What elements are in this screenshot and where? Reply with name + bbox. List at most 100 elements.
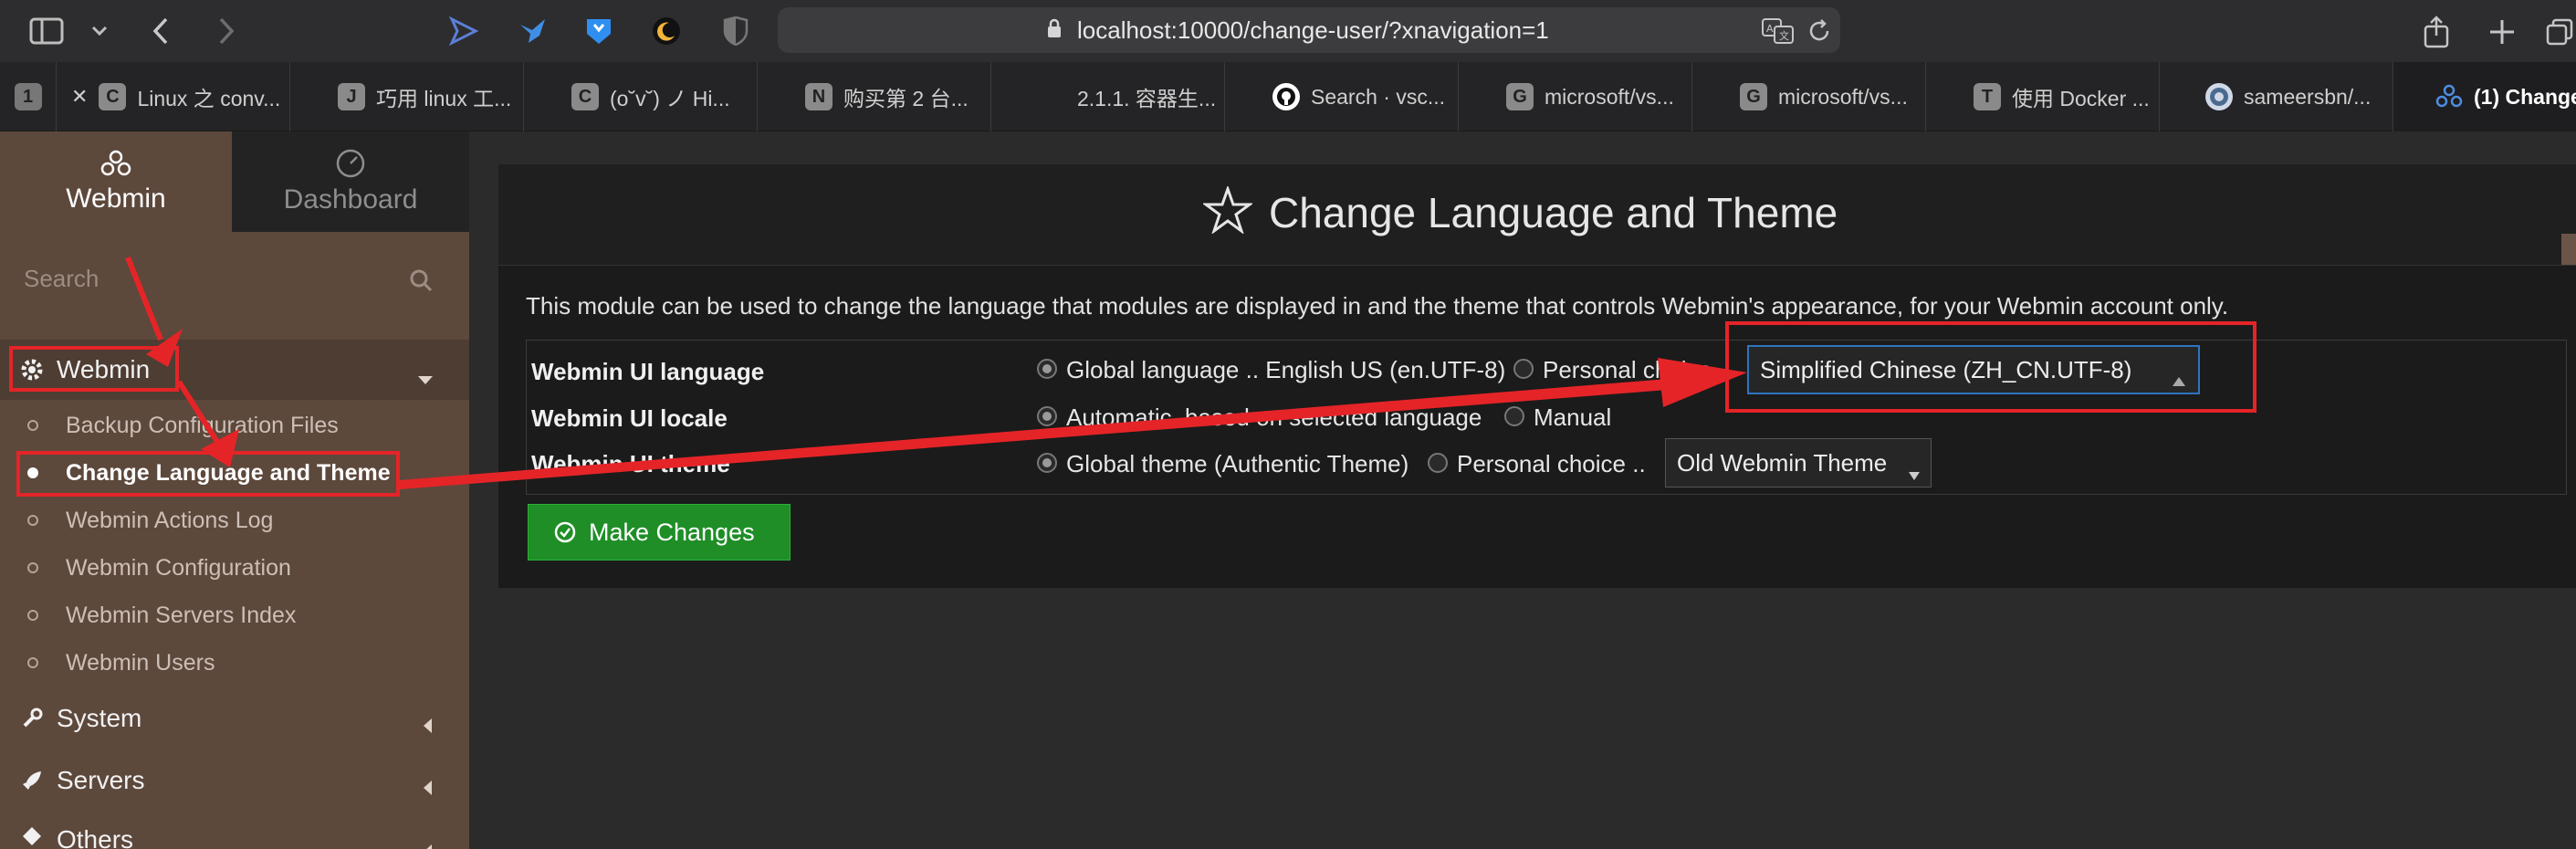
caret-left-icon <box>424 772 433 802</box>
sidebar-item-users[interactable]: Webmin Users <box>0 639 469 687</box>
make-changes-label: Make Changes <box>589 518 755 546</box>
sidebar-category-system[interactable]: System <box>0 688 469 749</box>
tab-pinned[interactable]: 1 <box>0 62 57 131</box>
search-input[interactable]: Search <box>24 265 99 293</box>
back-button[interactable] <box>144 13 177 49</box>
github-icon <box>1272 83 1300 110</box>
chevron-down-icon[interactable] <box>88 13 111 49</box>
sidebar-category-others[interactable]: Others <box>0 809 469 849</box>
tab-label: microsoft/vs... <box>1545 84 1674 109</box>
rocket-icon <box>20 770 44 791</box>
sidebar-toggle-icon[interactable] <box>27 13 66 49</box>
auto-locale-radio[interactable] <box>1037 406 1057 426</box>
url-text[interactable]: localhost:10000/change-user/?xnavigation… <box>1077 16 1549 45</box>
tab-container[interactable]: 2.1.1. 容器生... <box>991 62 1225 131</box>
tab-label: 购买第 2 台... <box>843 87 969 110</box>
tab-favicon: 1 <box>14 83 42 110</box>
global-theme-option[interactable]: Global theme (Authentic Theme) <box>1066 450 1408 478</box>
sidebar-category-servers[interactable]: Servers <box>0 750 469 811</box>
close-icon[interactable]: ✕ <box>71 85 88 109</box>
privacy-shield-icon[interactable] <box>717 13 754 49</box>
sidebar-item-actions-log[interactable]: Webmin Actions Log <box>0 497 469 544</box>
sidebar-tab-label: Dashboard <box>283 184 418 215</box>
bullet-icon <box>27 610 38 621</box>
tab-label: 2.1.1. 容器生... <box>1077 87 1217 110</box>
category-label: System <box>57 704 142 732</box>
browser-toolbar: localhost:10000/change-user/?xnavigation… <box>0 0 2576 62</box>
global-language-option[interactable]: Global language .. English US (en.UTF-8) <box>1066 356 1505 384</box>
search-icon[interactable] <box>409 268 433 297</box>
sidebar-tab-dashboard[interactable]: Dashboard <box>232 131 469 232</box>
tab-favicon: C <box>571 83 599 110</box>
avatar-icon <box>2205 83 2233 110</box>
extension-shield-icon[interactable] <box>581 13 617 49</box>
sidebar-item-servers-index[interactable]: Webmin Servers Index <box>0 592 469 639</box>
tab-microsoft-vs-1[interactable]: G microsoft/vs... <box>1459 62 1692 131</box>
star-icon[interactable] <box>1201 184 1254 238</box>
bullet-icon <box>27 562 38 573</box>
sidebar-tab-webmin[interactable]: Webmin <box>0 131 232 232</box>
tab-linux-tool[interactable]: J 巧用 linux 工... <box>290 62 524 131</box>
bullet-icon <box>27 515 38 526</box>
manual-locale-radio[interactable] <box>1504 406 1524 426</box>
extension-moon-icon[interactable] <box>648 13 685 49</box>
select-arrow-icon <box>1909 459 1920 487</box>
tab-search-vsc[interactable]: Search · vsc... <box>1225 62 1459 131</box>
tab-change-active[interactable]: (1) Change <box>2393 62 2576 131</box>
theme-select[interactable]: Old Webmin Theme <box>1665 438 1932 487</box>
personal-theme-radio[interactable] <box>1428 453 1448 473</box>
global-theme-radio[interactable] <box>1037 453 1057 473</box>
sidebar-item-label: Webmin Users <box>66 649 215 676</box>
tab-favicon: C <box>99 83 127 110</box>
tab-overview-icon[interactable] <box>2543 13 2576 51</box>
new-tab-icon[interactable] <box>2483 13 2521 51</box>
tab-label: Search · vsc... <box>1311 84 1445 109</box>
module-description: This module can be used to change the la… <box>526 292 2229 320</box>
tab-docker[interactable]: T 使用 Docker ... <box>1926 62 2160 131</box>
tab-label: 使用 Docker ... <box>2012 87 2150 110</box>
bullet-icon <box>27 657 38 668</box>
sidebar-item-backup[interactable]: Backup Configuration Files <box>0 402 469 449</box>
sidebar-item-label: Webmin Actions Log <box>66 507 274 533</box>
make-changes-button[interactable]: Make Changes <box>528 504 791 561</box>
others-icon <box>20 825 44 847</box>
tab-favicon: G <box>1506 83 1534 110</box>
reload-icon[interactable] <box>1806 13 1833 49</box>
translate-icon[interactable]: A文 <box>1760 13 1796 49</box>
tab-sameersbn[interactable]: sameersbn/... <box>2160 62 2393 131</box>
dashboard-gauge-icon <box>336 149 365 178</box>
locale-label: Webmin UI locale <box>531 404 728 432</box>
manual-locale-option[interactable]: Manual <box>1534 404 1611 432</box>
theme-label: Webmin UI theme <box>531 450 730 477</box>
personal-theme-option[interactable]: Personal choice .. <box>1457 450 1646 478</box>
share-icon[interactable] <box>2417 13 2456 51</box>
extension-arrow-icon[interactable] <box>445 13 482 49</box>
personal-language-option[interactable]: Personal choice .. <box>1543 356 1732 384</box>
caret-left-icon <box>424 836 433 849</box>
tab-label: (1) Change <box>2474 84 2576 109</box>
tab-favicon: G <box>1740 83 1767 110</box>
tab-purchase[interactable]: N 购买第 2 台... <box>758 62 991 131</box>
tab-favicon: J <box>338 83 365 110</box>
annotation-box-change-language <box>16 451 400 497</box>
annotation-box-webmin-category <box>9 346 179 392</box>
svg-text:A: A <box>1766 23 1774 35</box>
tab-label: sameersbn/... <box>2244 84 2372 109</box>
language-label: Webmin UI language <box>531 358 765 385</box>
sidebar-search[interactable]: Search <box>0 232 469 323</box>
sidebar-item-label: Backup Configuration Files <box>66 412 339 438</box>
page-title: Change Language and Theme <box>1269 189 1838 236</box>
category-label: Servers <box>57 766 145 794</box>
tab-hi[interactable]: C (o˘v˘) ノ Hi... <box>524 62 758 131</box>
tab-microsoft-vs-2[interactable]: G microsoft/vs... <box>1692 62 1926 131</box>
global-language-radio[interactable] <box>1037 359 1057 379</box>
auto-locale-option[interactable]: Automatic, based on selected language <box>1066 404 1482 432</box>
tab-linux-conv[interactable]: ✕ C Linux 之 conv... <box>57 62 290 131</box>
forward-button[interactable] <box>210 13 243 49</box>
svg-text:文: 文 <box>1779 29 1789 42</box>
personal-language-radio[interactable] <box>1513 359 1534 379</box>
sidebar-tab-label: Webmin <box>66 183 166 214</box>
extension-bird-icon[interactable] <box>515 13 551 49</box>
sidebar-item-configuration[interactable]: Webmin Configuration <box>0 544 469 592</box>
tab-favicon: N <box>805 83 832 110</box>
